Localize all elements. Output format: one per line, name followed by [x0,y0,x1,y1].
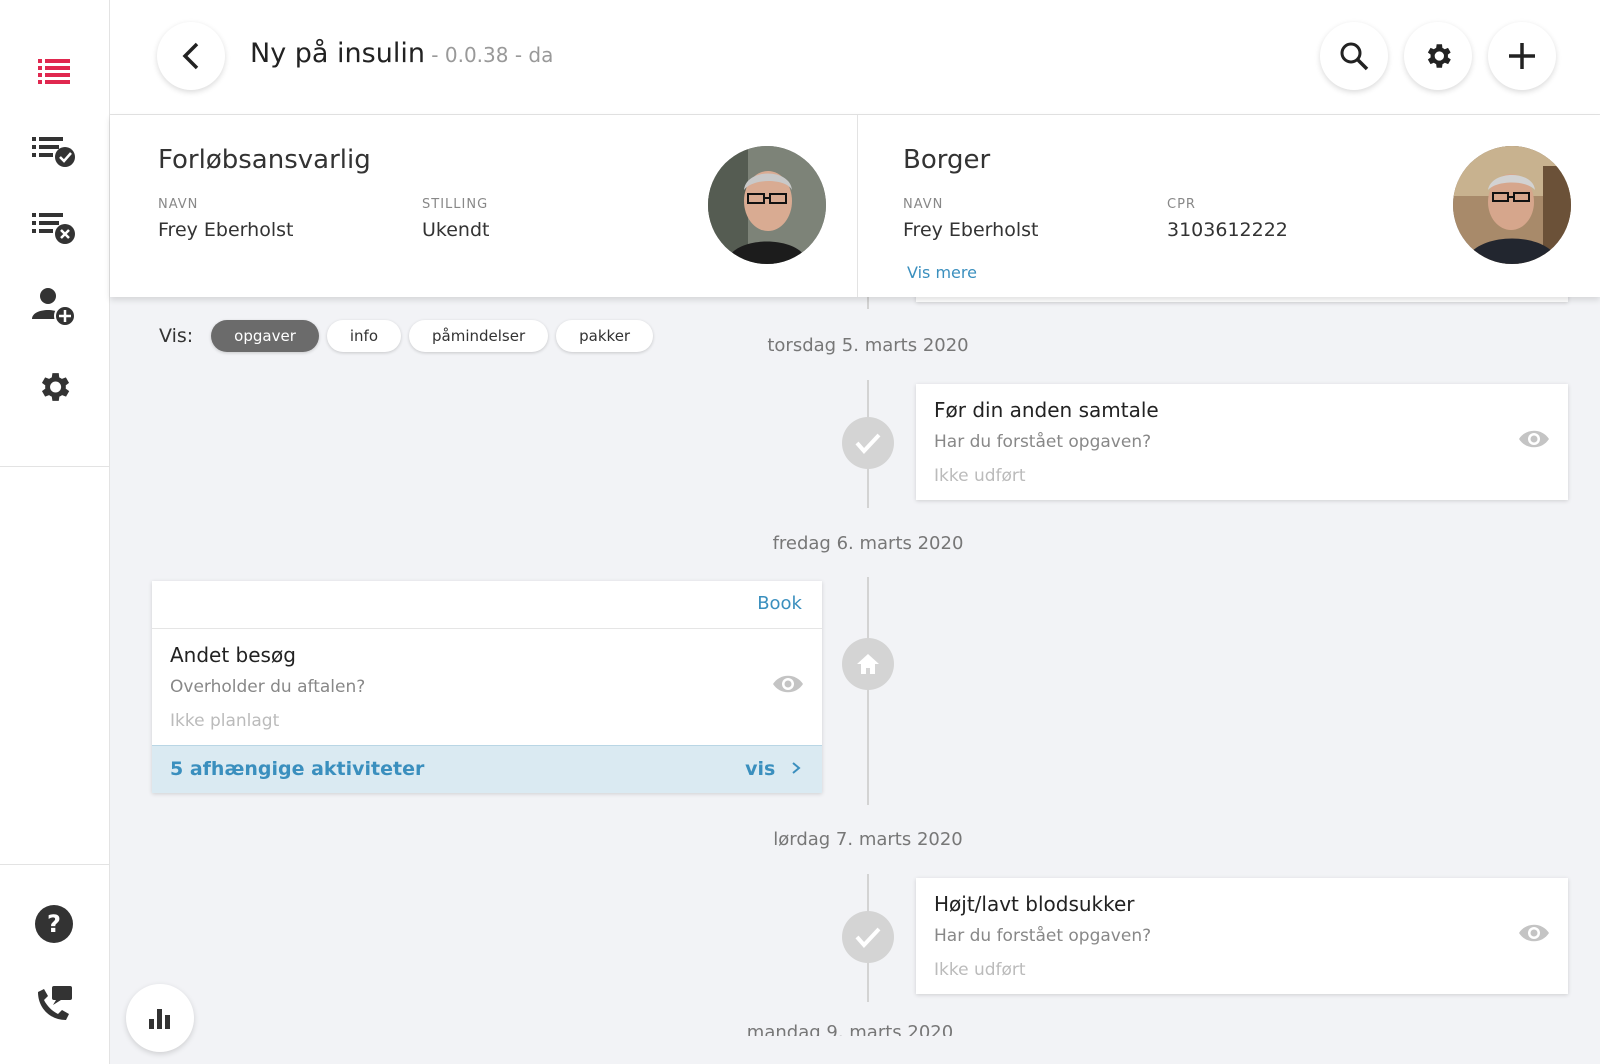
visit-card-header: Book [152,581,822,629]
sidebar: ? [0,0,110,1064]
task-card[interactable]: Højt/lavt blodsukker Har du forstået opg… [916,878,1568,994]
dependent-activities-bar[interactable]: 5 afhængige aktiviteter vis [152,745,822,793]
date-label: mandag 9. marts 2020 [746,1022,954,1036]
responsible-heading: Forløbsansvarlig [158,145,371,175]
statistics-button[interactable] [126,984,194,1052]
citizen-cpr-value: 3103612222 [1167,219,1288,241]
book-button[interactable]: Book [757,593,802,614]
responsible-position-value: Ukendt [422,219,490,241]
eye-icon[interactable] [772,673,804,699]
responsible-avatar [708,146,826,264]
app-header: Ny på insulin - 0.0.38 - da [110,0,1600,115]
task-title: Højt/lavt blodsukker [934,892,1135,916]
date-label-clipped: mandag 9. marts 2020 [700,1022,1000,1036]
date-label: torsdag 5. marts 2020 [767,335,969,356]
task-node [842,417,894,469]
task-subtitle: Har du forstået opgaven? [934,432,1152,452]
gear-icon[interactable] [30,363,78,411]
back-button[interactable] [157,22,225,90]
gear-icon [1427,44,1451,68]
visit-node [842,638,894,690]
responsible-position-label: STILLING [422,197,489,212]
chevron-right-icon [792,762,801,774]
filter-chip-info[interactable]: info [326,320,401,352]
task-status: Ikke udført [934,960,1026,980]
settings-button[interactable] [1404,22,1472,90]
citizen-cpr-label: CPR [1167,197,1196,212]
course-title: Ny på insulin [250,38,425,69]
home-icon [857,654,879,674]
filter-chip-pakker[interactable]: pakker [556,320,654,352]
view-dependents-link[interactable]: vis [745,758,802,780]
responsible-card: Forløbsansvarlig NAVN Frey Eberholst STI… [110,115,857,297]
list-cancel-icon[interactable] [30,204,78,252]
task-subtitle: Har du forstået opgaven? [934,926,1152,946]
filter-label: Vis: [159,325,194,347]
responsible-name-value: Frey Eberholst [158,219,294,241]
phone-chat-icon[interactable] [30,980,78,1028]
date-label: fredag 6. marts 2020 [772,533,964,554]
view-dependents-label: vis [745,758,776,780]
visit-title: Andet besøg [170,643,296,667]
back-icon [182,42,199,70]
svg-text:?: ? [47,910,61,938]
visit-card: Book Andet besøg Overholder du aftalen? … [152,581,822,793]
visit-content: Andet besøg Overholder du aftalen? Ikke … [152,629,822,745]
visit-status: Ikke planlagt [170,711,280,731]
version-text: - 0.0.38 - da [424,43,554,67]
show-more-link[interactable]: Vis mere [907,263,977,282]
task-node [842,911,894,963]
citizen-heading: Borger [903,145,991,175]
visit-subtitle: Overholder du aftalen? [170,677,366,697]
help-icon[interactable]: ? [30,900,78,948]
eye-icon[interactable] [1518,922,1550,948]
check-icon [855,433,881,454]
add-button[interactable] [1488,22,1556,90]
timeline-line [867,577,869,805]
task-status: Ikke udført [934,466,1026,486]
citizen-card: Borger NAVN Frey Eberholst CPR 310361222… [857,115,1600,297]
sidebar-divider [0,466,110,467]
responsible-name-label: NAVN [158,197,199,212]
visit-card-body[interactable]: Andet besøg Overholder du aftalen? Ikke … [152,629,822,745]
dependent-activities-label: 5 afhængige aktiviteter [170,758,425,780]
filter-bar: Vis: opgaver info påmindelser pakker [159,320,654,352]
page-title: Ny på insulin - 0.0.38 - da [250,38,553,69]
task-card[interactable]: Før din anden samtale Har du forstået op… [916,384,1568,500]
citizen-name-label: NAVN [903,197,944,212]
eye-icon[interactable] [1518,428,1550,454]
citizen-name-value: Frey Eberholst [903,219,1039,241]
list-icon[interactable] [30,47,78,95]
filter-chip-opgaver[interactable]: opgaver [211,320,319,352]
search-icon [1340,42,1369,71]
task-title: Før din anden samtale [934,398,1159,422]
sidebar-divider [0,864,110,865]
profile-band: Forløbsansvarlig NAVN Frey Eberholst STI… [110,115,1600,297]
list-check-icon[interactable] [30,128,78,176]
search-button[interactable] [1320,22,1388,90]
bar-chart-icon [149,1009,170,1029]
date-label: lørdag 7. marts 2020 [773,829,963,850]
plus-icon [1509,43,1535,69]
citizen-avatar [1453,146,1571,264]
timeline-line [867,297,869,309]
filter-chip-paamindelser[interactable]: påmindelser [409,320,549,352]
check-icon [855,927,881,948]
add-person-icon[interactable] [30,283,78,331]
